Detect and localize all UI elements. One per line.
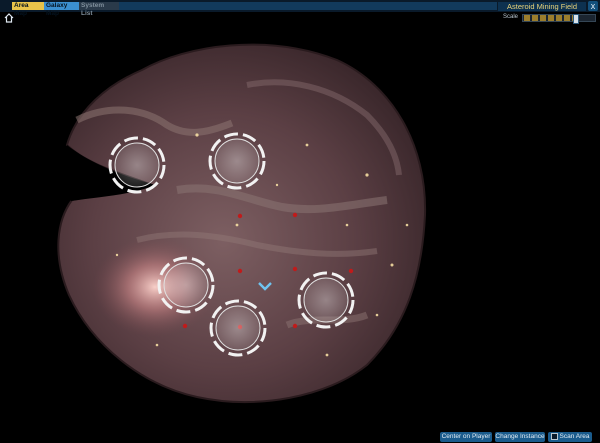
enemy-marker — [348, 268, 354, 274]
scan-icon — [550, 432, 558, 440]
scale-segment — [548, 15, 554, 21]
scale-segment — [540, 15, 546, 21]
scale-thumb[interactable] — [573, 14, 579, 24]
scale-segment — [556, 15, 562, 21]
asteroid-map — [57, 43, 427, 403]
area-map-view[interactable] — [47, 25, 433, 411]
enemy-marker — [237, 213, 243, 219]
home-icon[interactable] — [4, 13, 14, 23]
scan-area-label: Scan Area — [559, 433, 590, 440]
enemy-marker — [237, 268, 243, 274]
enemy-marker — [182, 323, 188, 329]
center-on-player-button[interactable]: Center on Player — [440, 432, 492, 442]
scale-segment — [524, 15, 530, 21]
scale-segment — [564, 15, 570, 21]
title-strip — [117, 2, 497, 10]
close-button[interactable]: x — [588, 1, 598, 11]
scale-segment — [532, 15, 538, 21]
enemy-marker — [292, 266, 298, 272]
tab-system-list[interactable]: System List — [79, 2, 119, 17]
zone-title: Asteroid Mining Field — [498, 2, 586, 11]
scale-slider[interactable] — [522, 14, 596, 24]
tab-galaxy-map[interactable]: Galaxy Map — [44, 2, 80, 17]
tab-area-map[interactable]: Area Map — [12, 2, 44, 17]
enemy-marker — [292, 212, 298, 218]
change-instance-button[interactable]: Change Instance — [495, 432, 545, 442]
scale-label: Scale — [503, 14, 519, 20]
enemy-marker — [292, 323, 298, 329]
scan-area-button[interactable]: Scan Area — [548, 432, 592, 442]
